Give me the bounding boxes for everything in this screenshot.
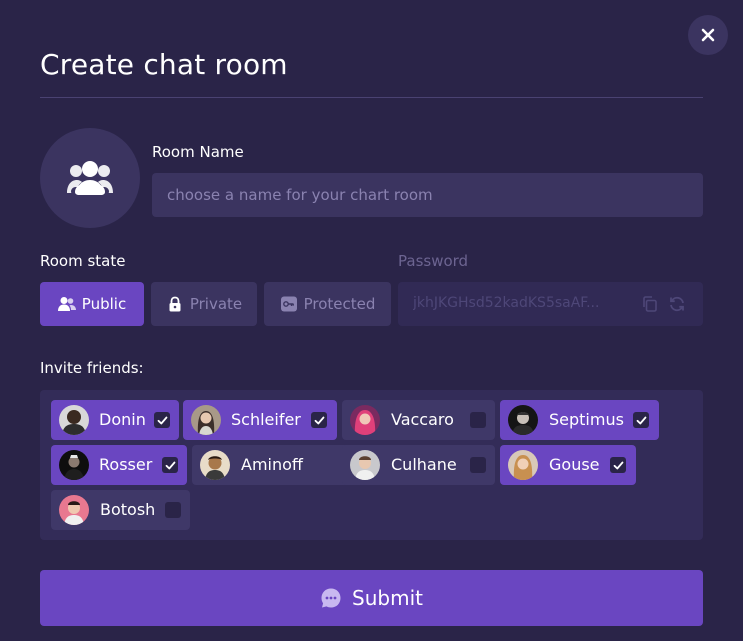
avatar <box>59 450 89 480</box>
friend-chip-vaccaro[interactable]: Vaccaro <box>342 400 495 440</box>
checkmark-icon <box>157 416 167 424</box>
state-private-button[interactable]: Private <box>151 282 257 326</box>
avatar <box>59 495 89 525</box>
friend-checkbox[interactable] <box>311 412 327 428</box>
avatar <box>191 405 221 435</box>
friends-list: Donin Schleifer Vaccaro Septimus Rosser … <box>40 390 703 540</box>
friend-name: Culhane <box>391 455 457 474</box>
friend-checkbox[interactable] <box>162 457 178 473</box>
checkmark-icon <box>165 461 175 469</box>
friend-name: Vaccaro <box>391 410 454 429</box>
friend-checkbox[interactable] <box>470 412 486 428</box>
checkmark-icon <box>314 416 324 424</box>
close-button[interactable] <box>688 15 728 55</box>
friend-chip-botosh[interactable]: Botosh <box>51 490 190 530</box>
friend-chip-septimus[interactable]: Septimus <box>500 400 659 440</box>
avatar <box>350 450 380 480</box>
room-name-input[interactable] <box>152 173 703 217</box>
submit-button[interactable]: Submit <box>40 570 703 626</box>
room-state-label: Room state <box>40 252 126 270</box>
friend-checkbox[interactable] <box>154 412 170 428</box>
create-chat-room-dialog: Create chat room Room Name Room state Pu… <box>0 0 743 641</box>
invite-friends-label: Invite friends: <box>40 359 144 377</box>
state-public-button[interactable]: Public <box>40 282 144 326</box>
friend-name: Septimus <box>549 410 624 429</box>
friend-chip-schleifer[interactable]: Schleifer <box>183 400 337 440</box>
state-public-label: Public <box>81 295 127 313</box>
friend-chip-gouse[interactable]: Gouse <box>500 445 636 485</box>
friend-name: Donin <box>99 410 146 429</box>
avatar <box>508 450 538 480</box>
state-private-label: Private <box>189 295 243 313</box>
friend-name: Botosh <box>100 500 156 519</box>
friend-name: Rosser <box>99 455 153 474</box>
key-icon <box>280 296 297 312</box>
checkmark-icon <box>613 461 623 469</box>
friend-checkbox[interactable] <box>610 457 626 473</box>
avatar <box>350 405 380 435</box>
copy-icon[interactable] <box>641 295 659 313</box>
friend-chip-culhane[interactable]: Culhane <box>342 445 495 485</box>
chat-bubble-icon <box>321 588 341 608</box>
users-icon <box>57 297 76 311</box>
avatar <box>59 405 89 435</box>
lock-icon <box>169 296 181 312</box>
room-name-label: Room Name <box>152 143 244 161</box>
dialog-title: Create chat room <box>40 48 288 81</box>
password-value: jkhJKGHsd52kadKS5saAF... <box>413 295 600 311</box>
close-icon <box>701 28 715 42</box>
submit-label: Submit <box>352 586 423 610</box>
group-icon <box>67 161 113 196</box>
room-avatar[interactable] <box>40 128 140 228</box>
friend-checkbox[interactable] <box>470 457 486 473</box>
avatar <box>508 405 538 435</box>
friend-chip-donin[interactable]: Donin <box>51 400 179 440</box>
avatar <box>200 450 230 480</box>
state-protected-label: Protected <box>303 295 376 313</box>
checkmark-icon <box>636 416 646 424</box>
title-divider <box>40 97 703 98</box>
password-label: Password <box>398 252 469 270</box>
friend-name: Schleifer <box>231 410 301 429</box>
friend-name: Aminoff <box>241 455 303 474</box>
friend-name: Gouse <box>549 455 600 474</box>
password-field[interactable]: jkhJKGHsd52kadKS5saAF... <box>398 282 703 326</box>
friend-chip-rosser[interactable]: Rosser <box>51 445 187 485</box>
friend-checkbox[interactable] <box>165 502 181 518</box>
friend-checkbox[interactable] <box>633 412 649 428</box>
state-protected-button[interactable]: Protected <box>264 282 391 326</box>
refresh-icon[interactable] <box>668 295 686 313</box>
